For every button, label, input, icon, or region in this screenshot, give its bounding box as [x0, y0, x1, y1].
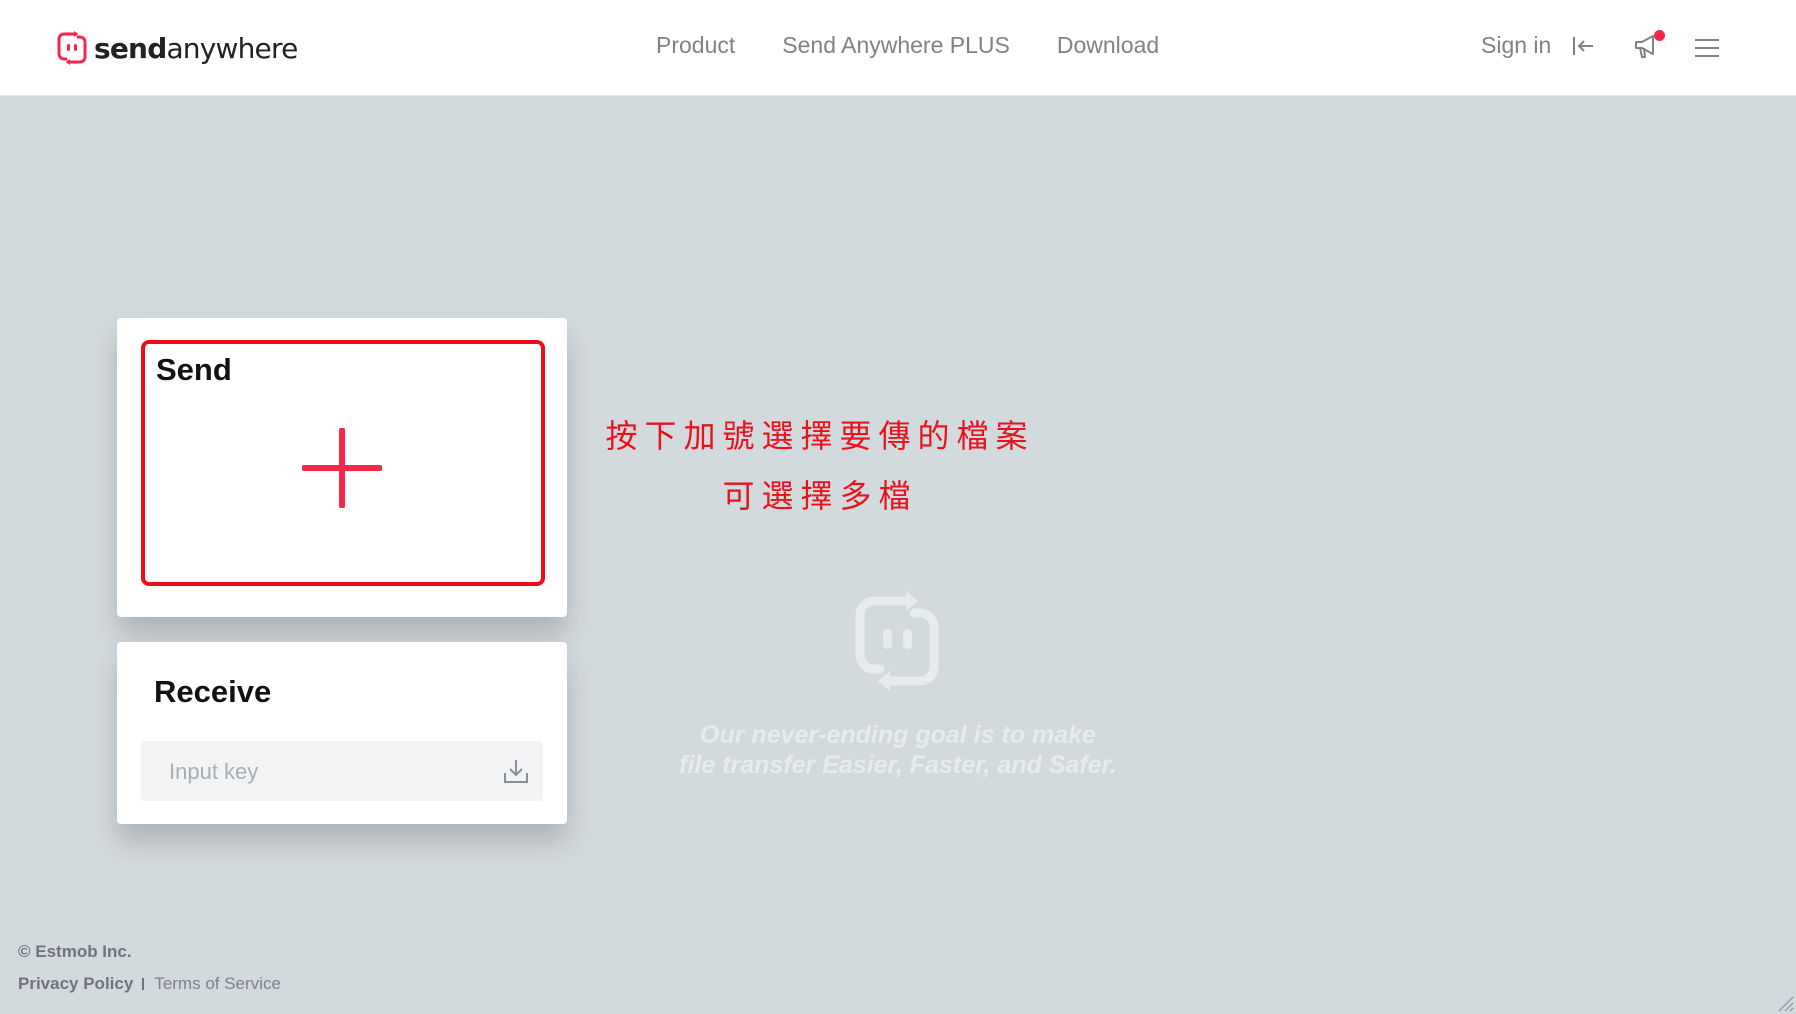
send-title: Send	[156, 352, 232, 387]
logo-wordmark: sendanywhere	[94, 32, 298, 65]
annotation-note: 按下加號選擇要傳的檔案 可選擇多檔	[570, 406, 1070, 526]
input-key[interactable]	[167, 741, 491, 803]
top-header: sendanywhere Product Send Anywhere PLUS …	[0, 0, 1796, 96]
tagline-line-2: file transfer Easier, Faster, and Safer.	[679, 751, 1117, 779]
send-file-dropzone[interactable]: Send	[141, 340, 545, 586]
sign-in-button[interactable]: Sign in	[1481, 32, 1595, 59]
tagline-line-1: Our never-ending goal is to make	[700, 721, 1096, 749]
sign-in-arrow-icon	[1573, 36, 1594, 55]
download-icon[interactable]	[503, 758, 529, 784]
receive-card: Receive	[117, 642, 567, 824]
plus-icon[interactable]	[302, 428, 382, 508]
nav-download[interactable]: Download	[1057, 32, 1159, 59]
send-anywhere-logo[interactable]: sendanywhere	[56, 28, 298, 68]
footer-separator	[142, 978, 145, 990]
resize-grip-icon[interactable]	[1776, 994, 1794, 1012]
receive-title: Receive	[154, 674, 272, 709]
notice-button[interactable]	[1633, 30, 1665, 62]
footer-copyright: © Estmob Inc.	[18, 942, 132, 961]
tagline: Our never-ending goal is to make file tr…	[560, 720, 1236, 780]
annotation-line-2: 可選擇多檔	[722, 477, 918, 515]
privacy-policy-link[interactable]: Privacy Policy	[18, 974, 133, 994]
logo-wordmark-rest: anywhere	[166, 31, 298, 65]
annotation-line-1: 按下加號選擇要傳的檔案	[605, 417, 1035, 455]
hamburger-menu-icon[interactable]	[1695, 38, 1719, 58]
input-key-field[interactable]	[141, 741, 543, 803]
logo-wordmark-bold: send	[94, 31, 167, 65]
main-nav: Product Send Anywhere PLUS Download	[656, 32, 1206, 59]
terms-of-service-link[interactable]: Terms of Service	[154, 974, 281, 994]
send-card: Send	[117, 318, 567, 617]
nav-send-anywhere-plus[interactable]: Send Anywhere PLUS	[782, 32, 1010, 59]
sign-in-label: Sign in	[1481, 32, 1552, 58]
footer-links: Privacy Policy Terms of Service	[18, 974, 281, 994]
nav-product[interactable]: Product	[656, 32, 735, 59]
watermark-logo-icon	[855, 591, 939, 691]
notification-badge	[1654, 30, 1665, 41]
send-anywhere-logo-icon	[57, 31, 87, 65]
